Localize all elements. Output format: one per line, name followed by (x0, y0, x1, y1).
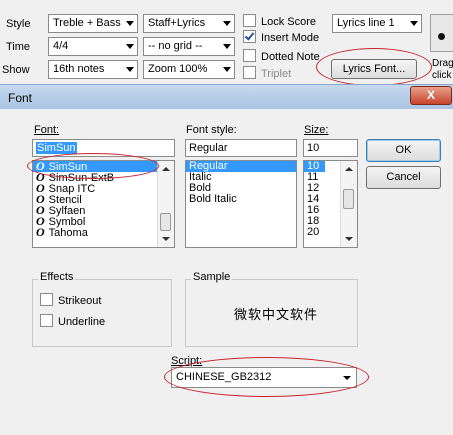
chevron-down-icon (410, 21, 418, 26)
grid-select[interactable]: -- no grid -- (143, 37, 235, 56)
lyrics-line-select[interactable]: Lyrics line 1 (332, 14, 422, 33)
font-name-value: SimSun (36, 142, 77, 154)
insert-mode-checkbox[interactable]: Insert Mode (243, 30, 319, 44)
checkbox-box (40, 314, 53, 327)
font-style-list[interactable]: Regular Italic Bold Bold Italic (185, 160, 297, 248)
font-label: Font: (34, 124, 60, 136)
show-select[interactable]: 16th notes (48, 60, 138, 79)
record-button[interactable] (430, 14, 453, 52)
app-toolbar: Style Time Show Treble + Bass 4/4 16th n… (0, 0, 453, 86)
dialog-titlebar[interactable]: Font X (0, 84, 453, 110)
scroll-down-icon[interactable] (345, 237, 353, 241)
effects-group (32, 279, 172, 347)
checkbox-box (40, 293, 53, 306)
font-name-input[interactable]: SimSun (32, 139, 175, 157)
dotted-note-label: Dotted Note (261, 51, 320, 63)
show-label: Show (2, 64, 30, 76)
checkbox-box (243, 14, 256, 27)
font-list[interactable]: O SimSun O SimSun-ExtB O Snap ITC O Stencil … (32, 160, 175, 248)
script-select[interactable]: CHINESE_GB2312 (171, 367, 357, 388)
scroll-thumb[interactable] (160, 213, 171, 231)
checkbox-box (243, 66, 256, 79)
chevron-down-icon (126, 44, 134, 49)
triplet-label: Triplet (261, 68, 292, 80)
underline-label: Underline (58, 316, 106, 328)
ok-button[interactable]: OK (366, 139, 441, 162)
size-list-scrollbar[interactable] (340, 161, 357, 247)
list-item[interactable]: O Stencil (33, 193, 174, 206)
triplet-checkbox[interactable]: Triplet (243, 66, 291, 80)
style-label: Style (6, 18, 31, 30)
scroll-down-icon[interactable] (162, 237, 170, 241)
size-list[interactable]: 10 11 12 14 16 18 20 (303, 160, 358, 248)
staff-select[interactable]: Staff+Lyrics (143, 14, 235, 33)
chevron-down-icon (223, 67, 231, 72)
font-type-icon: O (36, 225, 45, 239)
show-select-value: 16th notes (53, 63, 105, 75)
underline-checkbox[interactable]: Underline (40, 314, 105, 328)
drag-hint-text: Drag (432, 58, 453, 69)
zoom-select-value: Zoom 100% (148, 63, 208, 75)
font-style-input[interactable]: Regular (185, 139, 297, 157)
font-list-scrollbar[interactable] (157, 161, 174, 247)
chevron-down-icon (223, 21, 231, 26)
effects-group-label: Effects (38, 271, 76, 283)
dotted-note-checkbox[interactable]: Dotted Note (243, 49, 320, 63)
list-item[interactable]: O SimSun (33, 161, 174, 173)
list-item[interactable]: O Snap ITC (33, 182, 174, 195)
time-label: Time (6, 41, 31, 53)
list-item[interactable]: O SimSun-ExtB (33, 171, 174, 184)
click-hint-text: click (432, 70, 452, 81)
scroll-up-icon[interactable] (345, 167, 353, 171)
time-select[interactable]: 4/4 (48, 37, 138, 56)
strikeout-checkbox[interactable]: Strikeout (40, 293, 101, 307)
size-label: Size: (304, 124, 329, 136)
list-item[interactable]: O Symbol (33, 215, 174, 228)
size-value: 10 (307, 142, 320, 154)
list-item[interactable]: Bold Italic (186, 194, 296, 205)
list-item[interactable]: O Tahoma (33, 225, 174, 239)
script-label: Script: (171, 355, 203, 367)
style-select[interactable]: Treble + Bass (48, 14, 138, 33)
grid-select-value: -- no grid -- (148, 40, 203, 52)
checkbox-box (243, 49, 256, 62)
close-icon[interactable]: X (410, 86, 452, 105)
chevron-down-icon (343, 376, 351, 380)
style-select-value: Treble + Bass (53, 17, 121, 29)
record-dot-icon (438, 33, 445, 40)
lock-score-checkbox[interactable]: Lock Score (243, 14, 316, 28)
dialog-title: Font (8, 91, 33, 105)
chevron-down-icon (126, 21, 134, 26)
sample-group-label: Sample (191, 271, 233, 283)
scroll-up-icon[interactable] (162, 167, 170, 171)
lock-score-label: Lock Score (261, 16, 317, 28)
scroll-thumb[interactable] (343, 189, 354, 209)
script-select-value: CHINESE_GB2312 (176, 371, 272, 383)
cancel-button[interactable]: Cancel (366, 166, 441, 189)
chevron-down-icon (223, 44, 231, 49)
font-style-value: Regular (189, 142, 228, 154)
time-select-value: 4/4 (53, 40, 69, 52)
font-style-label: Font style: (186, 124, 237, 136)
size-input[interactable]: 10 (303, 139, 358, 157)
sample-preview-text: 微软中文软件 (234, 308, 319, 323)
lyrics-line-value: Lyrics line 1 (337, 17, 395, 29)
zoom-select[interactable]: Zoom 100% (143, 60, 235, 79)
chevron-down-icon (126, 67, 134, 72)
strikeout-label: Strikeout (58, 295, 102, 307)
checkbox-box-checked (243, 30, 256, 43)
lyrics-font-button[interactable]: Lyrics Font... (331, 59, 417, 79)
staff-select-value: Staff+Lyrics (148, 17, 206, 29)
list-item[interactable]: O Sylfaen (33, 204, 174, 217)
insert-mode-label: Insert Mode (261, 32, 320, 44)
